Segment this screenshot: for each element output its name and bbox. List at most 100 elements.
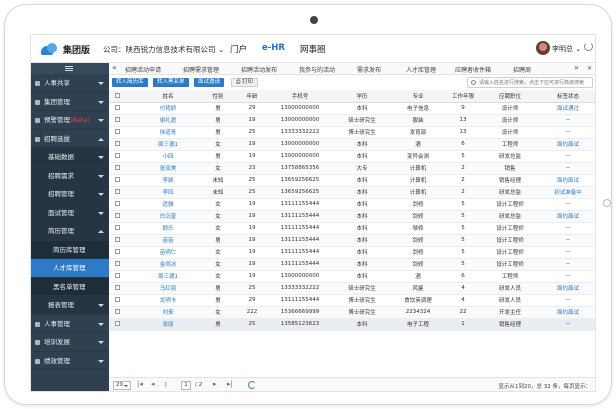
row-checkbox[interactable] xyxy=(109,162,125,175)
row-checkbox[interactable] xyxy=(109,246,125,259)
interview-invite-button[interactable]: 面试邀请 xyxy=(194,78,225,87)
table-row[interactable]: 苗明仁女 19 13111155444 本科 剑修 5 设计工程师 -- xyxy=(109,246,595,259)
table-cell-name[interactable]: 苗苗 xyxy=(137,234,199,247)
table-cell-name[interactable]: 小四 xyxy=(137,150,199,163)
sidebar-item-demand[interactable]: 招聘需求 xyxy=(31,166,109,185)
sidebar-item-interview[interactable]: 面试管理 xyxy=(31,203,109,222)
first-page-icon[interactable]: |◂ xyxy=(137,380,143,388)
table-cell-tag-status[interactable]: 面约面试 xyxy=(539,138,595,151)
table-row[interactable]: 付艳娇男 29 13000000000 本科 电子信息 9 设计师 面试通过 xyxy=(109,102,595,115)
table-cell-tag-status[interactable]: 面约面试 xyxy=(539,282,595,295)
last-page-icon[interactable]: ▸| xyxy=(227,380,233,388)
tab-demand-publish[interactable]: 需求发布 xyxy=(357,65,381,74)
row-checkbox[interactable] xyxy=(109,102,125,115)
table-row[interactable]: 马红丽男 25 13333332222 硕士研究生 风鉴 4 研发人员 面约面试 xyxy=(109,282,595,295)
table-cell-tag-status[interactable]: 面试通过 xyxy=(539,102,595,115)
column-header-position[interactable]: 应聘职位 xyxy=(481,90,539,103)
sidebar-toggle[interactable] xyxy=(31,63,109,74)
tab-recruit-week[interactable]: 招聘周 xyxy=(513,65,531,74)
table-cell-name[interactable]: 遗雅 xyxy=(137,198,199,211)
select-all-checkbox[interactable] xyxy=(109,90,125,103)
close-icon[interactable]: ✕ xyxy=(587,65,592,72)
table-row[interactable]: 周三德1 女 19 13000000000 本科酒 6 工程师 面约面试 xyxy=(109,138,595,151)
sidebar-item-basic-data[interactable]: 基础数据 xyxy=(31,148,109,167)
row-checkbox[interactable] xyxy=(109,270,125,283)
row-checkbox[interactable] xyxy=(109,138,125,151)
sidebar-item-alert[interactable]: 预警管理(Beta) xyxy=(31,111,109,130)
table-cell-name[interactable]: 白沉奎 xyxy=(137,210,199,223)
print-button[interactable]: ⎙ 打印 xyxy=(231,78,259,87)
tab-applicant-inbox[interactable]: 应聘者收件箱 xyxy=(455,65,491,74)
table-row[interactable]: 李四 未知 25 13659256625 本科 计算机 2 研发总监 初试准备中 xyxy=(109,186,595,199)
sidebar-item-recruit-manage[interactable]: 招聘管理 xyxy=(31,185,109,204)
table-cell-tag-status[interactable]: 面约面试 xyxy=(539,210,595,223)
page-number-input[interactable]: 1 xyxy=(181,381,191,390)
table-row[interactable]: 小四男 19 13000000000 本科 变异会测 5 研发总监 -- xyxy=(109,150,595,163)
avatar[interactable] xyxy=(536,41,550,55)
sidebar-item-reports[interactable]: 报表管理 xyxy=(31,296,109,315)
row-checkbox[interactable] xyxy=(109,150,125,163)
table-cell-name[interactable]: 李四 xyxy=(137,186,199,199)
row-checkbox[interactable] xyxy=(109,114,125,127)
refresh-icon[interactable] xyxy=(248,381,256,389)
sidebar-item-resume[interactable]: 简历管理 xyxy=(31,222,109,241)
search-input[interactable] xyxy=(479,79,591,87)
table-row[interactable]: 张丽男 25 13585123623 本科 电子工程 1 销售经理 -- xyxy=(109,318,595,331)
column-header-education[interactable]: 学历 xyxy=(333,90,391,103)
table-cell-tag-status[interactable]: 面约面试 xyxy=(539,306,595,319)
row-checkbox[interactable] xyxy=(109,306,125,319)
table-row[interactable]: 张双美女 23 13758865356 大专 计算机 2 销售 -- xyxy=(109,162,595,175)
chevron-right-icon[interactable]: » xyxy=(574,63,579,72)
search-box[interactable] xyxy=(467,77,593,88)
to-blacklist-button[interactable]: 转入黑名单 xyxy=(153,78,189,87)
nav-circle[interactable]: 网事圈 xyxy=(300,43,326,55)
table-row[interactable]: 徐道青男 25 13333332222 博士研究生 发育部 13 设计师 -- xyxy=(109,126,595,139)
row-checkbox[interactable] xyxy=(109,210,125,223)
company-selector[interactable]: 公司：陕西锐力信息技术有限公司 ⌄ xyxy=(103,44,224,55)
tab-activity-apply[interactable]: 招聘活动申请 xyxy=(125,65,161,74)
row-checkbox[interactable] xyxy=(109,318,125,331)
user-menu[interactable]: 李明总 ⌄ xyxy=(552,44,581,54)
table-cell-name[interactable]: 顾乐 xyxy=(137,222,199,235)
sidebar-item-performance[interactable]: 绩效管理 xyxy=(31,352,109,370)
table-cell-name[interactable]: 龙明卡 xyxy=(137,294,199,307)
column-header-gender[interactable]: 性别 xyxy=(199,90,237,103)
table-cell-name[interactable]: 周三德1 xyxy=(137,270,199,283)
table-row[interactable]: 周三德1 女 19 13000000000 本科酒 6 工程师 -- xyxy=(109,270,595,283)
table-cell-name[interactable]: 谢礼君 xyxy=(137,114,199,127)
sidebar-item-resume-library[interactable]: 简历库管理 xyxy=(31,240,109,259)
sidebar-item-training[interactable]: 培训发展 xyxy=(31,333,109,352)
table-row[interactable]: 顾乐女 19 13111155444 本科 琴修 5 设计工程师 -- xyxy=(109,222,595,235)
column-header-phone[interactable]: 手机号 xyxy=(267,90,333,103)
sidebar-item-group[interactable]: 集团管理 xyxy=(31,93,109,111)
table-row[interactable]: 遗雅女 19 13111155444 本科 剑修 5 设计工程师 -- xyxy=(109,198,595,211)
row-checkbox[interactable] xyxy=(109,126,125,139)
table-cell-name[interactable]: 苗明仁 xyxy=(137,246,199,259)
to-resume-library-button[interactable]: 转入简历库 xyxy=(112,78,148,87)
row-checkbox[interactable] xyxy=(109,174,125,187)
table-cell-name[interactable]: 周三德1 xyxy=(137,138,199,151)
row-checkbox[interactable] xyxy=(109,198,125,211)
power-icon[interactable] xyxy=(584,42,593,51)
nav-portal[interactable]: 门户 xyxy=(230,43,247,55)
table-row[interactable]: 刘来女 222 15366669999 博士研究生 2234324 22 开发主任 面约面试 xyxy=(109,306,595,319)
sidebar-item-recruit[interactable]: 招聘选拔 xyxy=(31,130,109,148)
table-cell-name[interactable]: 徐道青 xyxy=(137,126,199,139)
column-header-age[interactable]: 年龄 xyxy=(237,90,267,103)
table-row[interactable]: 李颖 未知 25 13659256625 本科 计算机 2 销售经理 面约面试 xyxy=(109,174,595,187)
prev-page-icon[interactable]: ◂ xyxy=(151,380,155,388)
sidebar-item-talent-pool[interactable]: 人才库管理 xyxy=(31,259,109,278)
sidebar-item-hr-share[interactable]: 人事共享 xyxy=(31,74,109,93)
row-checkbox[interactable] xyxy=(109,186,125,199)
tab-my-activities[interactable]: 我参与的活动 xyxy=(299,65,335,74)
table-cell-name[interactable]: 金雨冰 xyxy=(137,258,199,271)
table-cell-name[interactable]: 张丽 xyxy=(137,318,199,331)
row-checkbox[interactable] xyxy=(109,234,125,247)
tab-demand-manage[interactable]: 招聘需求管理 xyxy=(183,65,219,74)
table-row[interactable]: 龙明卡男 29 13111155444 博士研究生 食饮英调理 4 研发人员 -- xyxy=(109,294,595,307)
table-cell-name[interactable]: 刘来 xyxy=(137,306,199,319)
row-checkbox[interactable] xyxy=(109,294,125,307)
sidebar-item-blacklist[interactable]: 黑名单管理 xyxy=(31,277,109,296)
table-row[interactable]: 白沉奎女 19 13111155444 本科 剑修 5 研发总监 面约面试 xyxy=(109,210,595,223)
table-cell-tag-status[interactable]: 初试准备中 xyxy=(539,186,595,199)
